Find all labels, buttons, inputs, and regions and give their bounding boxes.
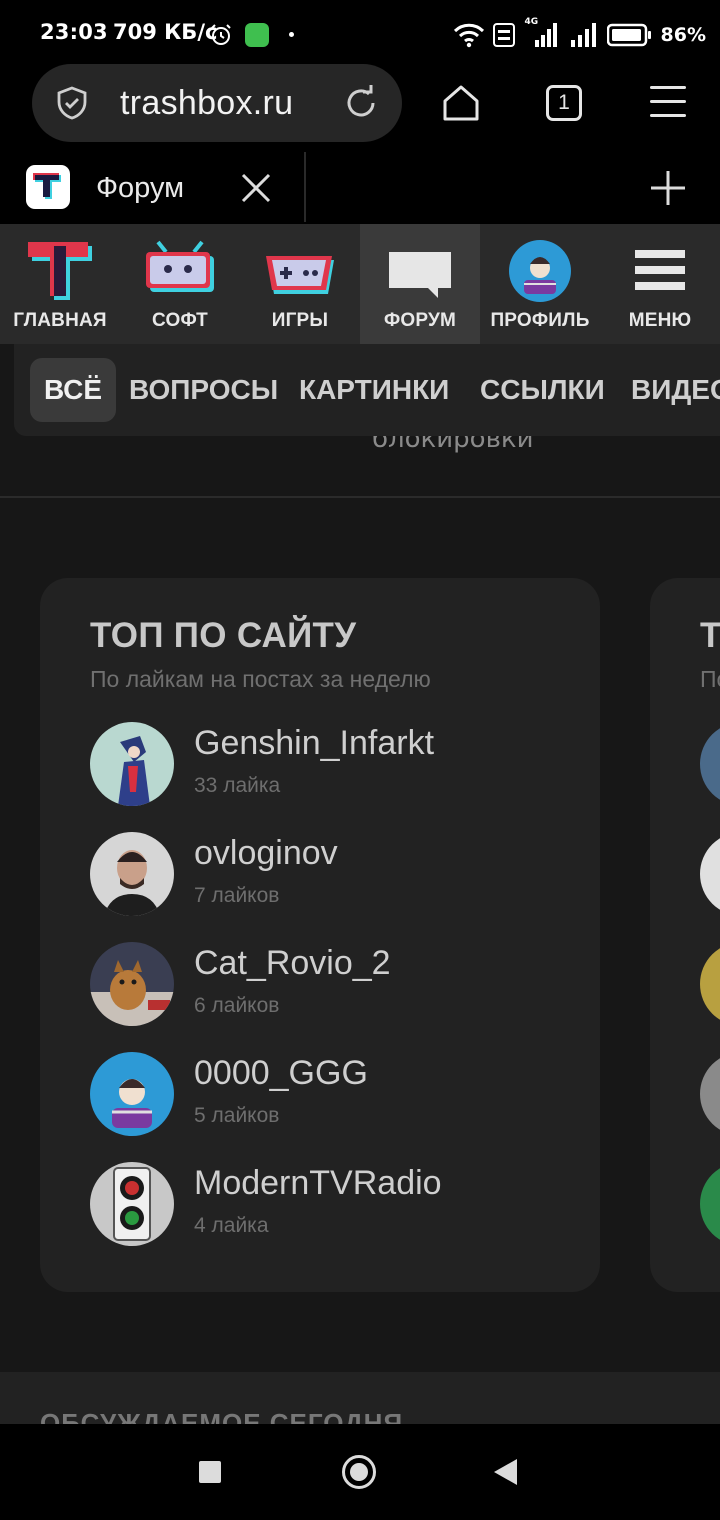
user-likes: 33 лайка xyxy=(194,774,281,797)
status-network-speed: 709 КБ/с xyxy=(113,20,218,44)
app-notification-icon xyxy=(245,23,269,47)
second-card-partial: Т По xyxy=(650,578,720,1292)
avatar[interactable] xyxy=(90,1162,174,1246)
nav-label: МЕНЮ xyxy=(628,310,692,331)
avatar[interactable] xyxy=(90,832,174,916)
user-likes: 7 лайков xyxy=(194,884,280,907)
battery-icon xyxy=(606,23,651,47)
reload-icon[interactable] xyxy=(342,84,380,122)
home-circle-icon[interactable] xyxy=(342,1455,376,1489)
profile-avatar xyxy=(509,240,571,302)
user-name[interactable]: ModernTVRadio xyxy=(194,1164,442,1203)
browser-menu-icon[interactable] xyxy=(650,86,686,118)
tab-strip: Форум xyxy=(0,152,720,224)
address-bar[interactable]: trashbox.ru xyxy=(32,64,402,142)
filter-all[interactable]: ВСЁ xyxy=(30,358,117,422)
volte-icon xyxy=(492,23,515,47)
chat-bubble-icon xyxy=(389,252,451,298)
android-robot-icon xyxy=(146,240,214,292)
card-subtitle-partial: По xyxy=(700,666,720,692)
list-item[interactable]: Genshin_Infarkt 33 лайка xyxy=(90,722,570,806)
user-likes: 6 лайков xyxy=(194,994,280,1017)
list-item[interactable]: Cat_Rovio_2 6 лайков xyxy=(90,942,570,1026)
avatar[interactable] xyxy=(700,1052,720,1136)
avatar[interactable] xyxy=(700,1162,720,1246)
url-text[interactable]: trashbox.ru xyxy=(120,84,293,123)
battery-percent: 86% xyxy=(660,24,706,46)
user-name[interactable]: ovloginov xyxy=(194,834,338,873)
avatar[interactable] xyxy=(90,722,174,806)
hamburger-menu-icon xyxy=(635,250,685,290)
trashbox-favicon xyxy=(26,165,70,209)
system-nav-bar xyxy=(0,1424,720,1520)
status-right: 4G 86% xyxy=(453,17,706,50)
nav-profile[interactable]: ПРОФИЛЬ xyxy=(480,224,600,344)
nav-soft[interactable]: СОФТ xyxy=(120,224,240,344)
user-likes: 4 лайка xyxy=(194,1214,269,1237)
card-title: ТОП ПО САЙТУ xyxy=(90,616,357,655)
avatar[interactable] xyxy=(90,942,174,1026)
nav-label: ПРОФИЛЬ xyxy=(490,310,590,331)
wifi-icon xyxy=(453,23,484,48)
nav-label: ГЛАВНАЯ xyxy=(13,310,107,331)
list-item[interactable]: ModernTVRadio 4 лайка xyxy=(90,1162,570,1246)
tab-title[interactable]: Форум xyxy=(96,172,184,205)
shield-icon[interactable] xyxy=(54,85,90,121)
next-section: ОБСУЖДАЕМОЕ СЕГОДНЯ xyxy=(0,1372,720,1424)
more-notifications-dot xyxy=(289,32,294,37)
list-item[interactable]: ovloginov 7 лайков xyxy=(90,832,570,916)
page-content: блокировки ВСЁ ВОПРОСЫ КАРТИНКИ ССЫЛКИ В… xyxy=(0,344,720,1424)
nav-games[interactable]: ИГРЫ xyxy=(240,224,360,344)
filter-bar: ВСЁ ВОПРОСЫ КАРТИНКИ ССЫЛКИ ВИДЕО xyxy=(14,344,720,436)
avatar[interactable] xyxy=(700,942,720,1026)
status-bar: 23:03 709 КБ/с 4G 86% xyxy=(0,0,720,70)
list-item[interactable]: 0000_GGG 5 лайков xyxy=(90,1052,570,1136)
close-tab-icon[interactable] xyxy=(238,170,274,206)
avatar[interactable] xyxy=(700,832,720,916)
tab-switcher-button[interactable]: 1 xyxy=(546,85,582,121)
filter-questions[interactable]: ВОПРОСЫ xyxy=(115,358,292,422)
nav-menu[interactable]: МЕНЮ xyxy=(600,224,720,344)
home-icon[interactable] xyxy=(440,82,482,124)
status-time: 23:03 xyxy=(40,20,108,44)
section-divider xyxy=(0,496,720,498)
user-name[interactable]: Genshin_Infarkt xyxy=(194,724,434,763)
tab-separator xyxy=(304,152,306,222)
nav-label: ФОРУМ xyxy=(383,310,457,331)
signal-4g-icon: 4G xyxy=(523,17,561,49)
back-icon[interactable] xyxy=(494,1459,517,1485)
top-users-card: ТОП ПО САЙТУ По лайкам на постах за неде… xyxy=(40,578,600,1292)
new-tab-icon[interactable] xyxy=(648,168,688,208)
trashbox-logo-icon xyxy=(28,242,92,300)
section-title: ОБСУЖДАЕМОЕ СЕГОДНЯ xyxy=(40,1408,404,1424)
filter-pictures[interactable]: КАРТИНКИ xyxy=(285,358,463,422)
signal-icon xyxy=(570,23,596,47)
filter-video[interactable]: ВИДЕО xyxy=(617,358,720,422)
card-subtitle: По лайкам на постах за неделю xyxy=(90,666,431,692)
nav-label: СОФТ xyxy=(152,310,208,331)
user-name[interactable]: 0000_GGG xyxy=(194,1054,368,1093)
filter-links[interactable]: ССЫЛКИ xyxy=(466,358,619,422)
recents-icon[interactable] xyxy=(199,1461,221,1483)
site-nav: ГЛАВНАЯ СОФТ ИГРЫ ФОРУМ ПРОФИЛЬ МЕНЮ xyxy=(0,224,720,344)
avatar[interactable] xyxy=(700,722,720,806)
nav-home[interactable]: ГЛАВНАЯ xyxy=(0,224,120,344)
avatar[interactable] xyxy=(90,1052,174,1136)
user-likes: 5 лайков xyxy=(194,1104,280,1127)
nav-forum[interactable]: ФОРУМ xyxy=(360,224,480,344)
gamepad-icon xyxy=(266,256,334,294)
alarm-icon xyxy=(211,24,231,45)
user-name[interactable]: Cat_Rovio_2 xyxy=(194,944,391,983)
nav-label: ИГРЫ xyxy=(271,310,329,331)
card-title-partial: Т xyxy=(700,616,720,655)
